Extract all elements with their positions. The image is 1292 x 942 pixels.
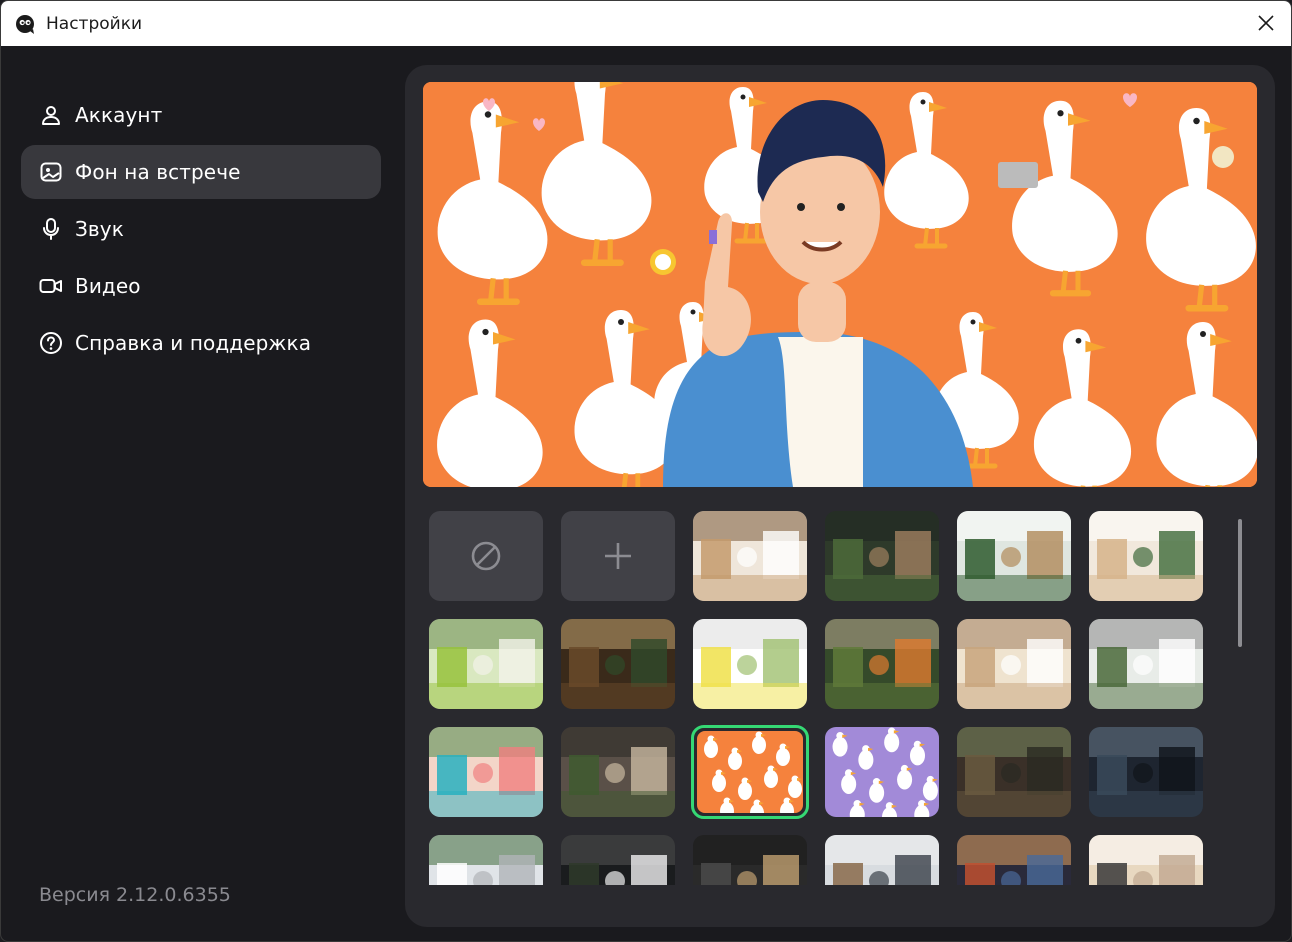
background-thumbnail[interactable] [693, 619, 807, 709]
sidebar-item-account[interactable]: Аккаунт [21, 88, 381, 142]
sidebar: Аккаунт Фон на встрече Звук Видео Справк… [1, 46, 401, 941]
sidebar-item-sound[interactable]: Звук [21, 202, 381, 256]
background-thumbnail[interactable] [825, 727, 939, 817]
settings-window: Настройки Аккаунт Фон на встрече Звук Ви… [0, 0, 1292, 942]
add-background-button[interactable] [561, 511, 675, 601]
scrollbar[interactable] [1238, 519, 1242, 647]
sidebar-item-background[interactable]: Фон на встрече [21, 145, 381, 199]
background-panel [405, 65, 1275, 927]
title-bar: Настройки [1, 1, 1291, 46]
background-thumbnail[interactable] [1089, 835, 1203, 885]
preview-image [423, 82, 1257, 487]
background-thumbnail[interactable] [1089, 619, 1203, 709]
background-thumbnail[interactable] [957, 619, 1071, 709]
background-thumbnail[interactable] [429, 727, 543, 817]
sidebar-item-label: Видео [75, 274, 141, 298]
sidebar-item-label: Аккаунт [75, 103, 163, 127]
background-grid [429, 511, 1219, 885]
sidebar-item-label: Фон на встрече [75, 160, 241, 184]
background-thumbnail[interactable] [561, 619, 675, 709]
user-icon [39, 103, 63, 127]
help-icon [39, 331, 63, 355]
background-thumbnail[interactable] [561, 727, 675, 817]
close-icon[interactable] [1255, 12, 1277, 34]
camera-preview [423, 82, 1257, 487]
sidebar-item-help[interactable]: Справка и поддержка [21, 316, 381, 370]
background-thumbnail[interactable] [825, 619, 939, 709]
background-thumbnail[interactable] [693, 511, 807, 601]
background-thumbnail[interactable] [957, 511, 1071, 601]
background-thumbnail[interactable] [561, 835, 675, 885]
background-thumbnail[interactable] [429, 619, 543, 709]
sidebar-item-video[interactable]: Видео [21, 259, 381, 313]
sidebar-item-label: Звук [75, 217, 124, 241]
app-version: Версия 2.12.0.6355 [39, 884, 231, 906]
microphone-icon [39, 217, 63, 241]
background-thumbnail[interactable] [1089, 727, 1203, 817]
background-thumbnail[interactable] [957, 727, 1071, 817]
sidebar-item-label: Справка и поддержка [75, 331, 312, 355]
no-background-icon [471, 541, 501, 571]
background-thumbnail[interactable] [693, 835, 807, 885]
plus-icon [605, 543, 631, 569]
no-background-button[interactable] [429, 511, 543, 601]
background-thumbnail[interactable] [1089, 511, 1203, 601]
background-thumbnail[interactable] [825, 511, 939, 601]
window-title: Настройки [46, 13, 143, 34]
background-thumbnail[interactable] [429, 835, 543, 885]
background-thumbnail[interactable] [825, 835, 939, 885]
background-thumbnail[interactable] [691, 725, 809, 819]
background-thumbnail[interactable] [957, 835, 1071, 885]
app-logo-icon [16, 14, 34, 34]
camera-icon [39, 274, 63, 298]
image-icon [39, 160, 63, 184]
